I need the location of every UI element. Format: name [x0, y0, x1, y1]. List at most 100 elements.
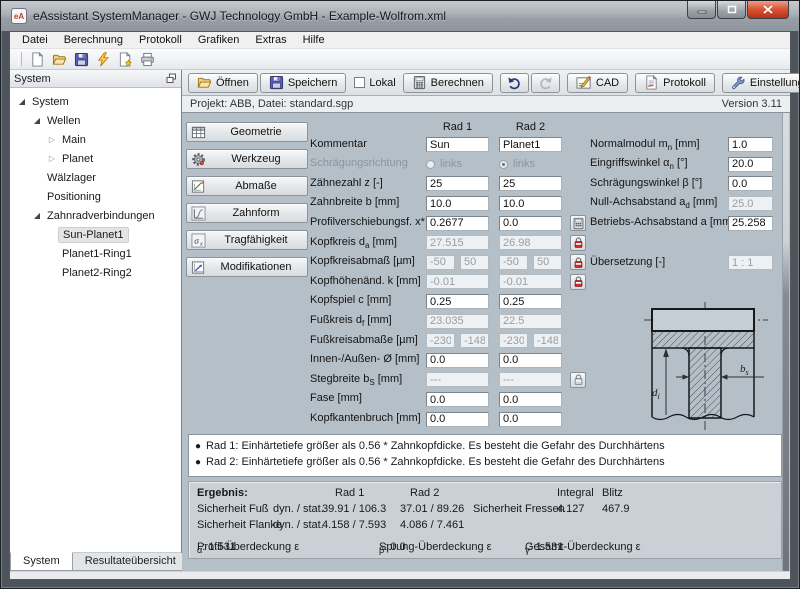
rad1-upper-input [460, 333, 489, 348]
param-input[interactable] [728, 137, 773, 152]
tree-expander-icon[interactable]: ◢ [31, 211, 43, 220]
tab-system[interactable]: System [10, 552, 73, 571]
toolbar-grip[interactable] [18, 52, 22, 66]
tree-item-wellen[interactable]: ◢Wellen [10, 111, 181, 130]
tree-item-system[interactable]: ◢System [10, 92, 181, 111]
calculate-button[interactable]: Berechnen [403, 73, 493, 93]
new-document-button[interactable] [26, 50, 48, 69]
nav-button-label: Werkzeug [209, 153, 303, 165]
rad1-input[interactable] [426, 412, 489, 427]
save-button[interactable] [70, 50, 92, 69]
redo-button[interactable] [531, 73, 560, 93]
tree-expander-icon[interactable]: ◢ [16, 97, 28, 106]
lock-button[interactable] [570, 235, 586, 251]
param-row-normalmodul-m: Normalmodul mn [mm] [590, 135, 786, 155]
maximize-button[interactable] [717, 1, 746, 19]
client-area: DateiBerechnungProtokollGrafikenExtrasHi… [9, 31, 791, 580]
bullet-icon: ● [195, 441, 201, 452]
rad1-input[interactable] [426, 176, 489, 191]
close-button[interactable] [747, 1, 789, 19]
rad1-lower-input [426, 255, 455, 270]
close-icon [763, 5, 773, 14]
rad1-input[interactable] [426, 137, 489, 152]
param-input[interactable] [728, 157, 773, 172]
tree-item-positioning[interactable]: Positioning [10, 187, 181, 206]
tree-expander-icon[interactable]: ▷ [46, 135, 58, 144]
field-label: Betriebs-Achsabstand a [mm] [590, 216, 728, 230]
nav-button-tragf-higkeit[interactable]: σxTragfähigkeit [186, 230, 308, 250]
tree-item-label: System [28, 95, 73, 109]
tree-expander-icon[interactable]: ◢ [31, 116, 43, 125]
quick-toolbar [10, 49, 790, 70]
menu-item-berechnung[interactable]: Berechnung [56, 33, 131, 47]
menu-item-datei[interactable]: Datei [14, 33, 56, 47]
tree-expander-icon[interactable]: ▷ [46, 154, 58, 163]
rad1-input [426, 372, 489, 387]
menu-item-extras[interactable]: Extras [247, 33, 294, 47]
rad2-input [499, 372, 562, 387]
rad2-input[interactable] [499, 137, 562, 152]
tree-item-main[interactable]: ▷Main [10, 130, 181, 149]
lock-button[interactable] [570, 274, 586, 290]
undo-button[interactable] [500, 73, 529, 93]
nav-button-zahnform[interactable]: Zahnform [186, 203, 308, 223]
tree-item-w-lzlager[interactable]: Wälzlager [10, 168, 181, 187]
tree-item-planet2-ring2[interactable]: Planet2-Ring2 [10, 263, 181, 282]
title-bar[interactable]: eA eAssistant SystemManager - GWJ Techno… [1, 1, 799, 31]
result-value: 4.158 / 7.593 [322, 519, 386, 531]
print-icon [140, 52, 155, 67]
rad1-input[interactable] [426, 392, 489, 407]
rad2-input[interactable] [499, 196, 562, 211]
rad2-input[interactable] [499, 392, 562, 407]
menu-item-hilfe[interactable]: Hilfe [295, 33, 333, 47]
menu-item-grafiken[interactable]: Grafiken [190, 33, 248, 47]
lightning-button[interactable] [92, 50, 114, 69]
open-folder-button[interactable] [48, 50, 70, 69]
nav-button-geometrie[interactable]: Geometrie [186, 122, 308, 142]
rad1-input[interactable] [426, 196, 489, 211]
print-button[interactable] [136, 50, 158, 69]
report-button[interactable] [114, 50, 136, 69]
param-row-bersetzung: Übersetzung [-] [590, 253, 786, 273]
vertical-scrollbar[interactable] [782, 113, 789, 571]
rad2-input[interactable] [499, 412, 562, 427]
tree-item-planet[interactable]: ▷Planet [10, 149, 181, 168]
nav-button-modifikationen[interactable]: Modifikationen [186, 257, 308, 277]
nav-button-werkzeug[interactable]: Werkzeug [186, 149, 308, 169]
menu-item-protokoll[interactable]: Protokoll [131, 33, 190, 47]
rad2-input[interactable] [499, 216, 562, 231]
rad1-input[interactable] [426, 353, 489, 368]
column-header-rad2: Rad 2 [499, 121, 562, 133]
rad2-input[interactable] [499, 294, 562, 309]
lock-button[interactable] [570, 254, 586, 270]
minimize-button[interactable] [687, 1, 716, 19]
param-input[interactable] [728, 216, 773, 231]
rad2-input[interactable] [499, 353, 562, 368]
tree-item-planet1-ring1[interactable]: Planet1-Ring1 [10, 244, 181, 263]
lock-button[interactable] [570, 372, 586, 388]
param-input[interactable] [728, 176, 773, 191]
tree-item-label: Wälzlager [43, 171, 100, 185]
menu-bar: DateiBerechnungProtokollGrafikenExtrasHi… [10, 32, 790, 49]
rad1-input[interactable] [426, 216, 489, 231]
calculator-button[interactable] [570, 215, 586, 231]
settings-button[interactable]: Einstellungen [722, 73, 800, 93]
tree-item-sun-planet1[interactable]: Sun-Planet1 [10, 225, 181, 244]
rad2-input [499, 235, 562, 250]
minimize-icon [697, 5, 707, 14]
local-checkbox[interactable] [354, 77, 365, 88]
nav-button-abma-e[interactable]: Abmaße [186, 176, 308, 196]
rad1-input[interactable] [426, 294, 489, 309]
rad2-input[interactable] [499, 176, 562, 191]
rad1-input [426, 314, 489, 329]
save-button[interactable]: Speichern [260, 73, 347, 93]
cad-button[interactable]: CAD [567, 73, 628, 93]
tree-item-zahnradverbindungen[interactable]: ◢Zahnradverbindungen [10, 206, 181, 225]
open-button[interactable]: Öffnen [188, 73, 258, 93]
float-panel-icon[interactable] [166, 73, 177, 84]
results-panel: Ergebnis: Rad 1 Rad 2 Integral Blitz Sic… [188, 481, 782, 559]
tab-resultateuebersicht[interactable]: Resultateübersicht [72, 553, 189, 571]
field-label: Kopfkreis da [mm] [310, 236, 426, 250]
report-button[interactable]: Protokoll [635, 73, 715, 93]
calculator-small-icon [572, 217, 585, 230]
